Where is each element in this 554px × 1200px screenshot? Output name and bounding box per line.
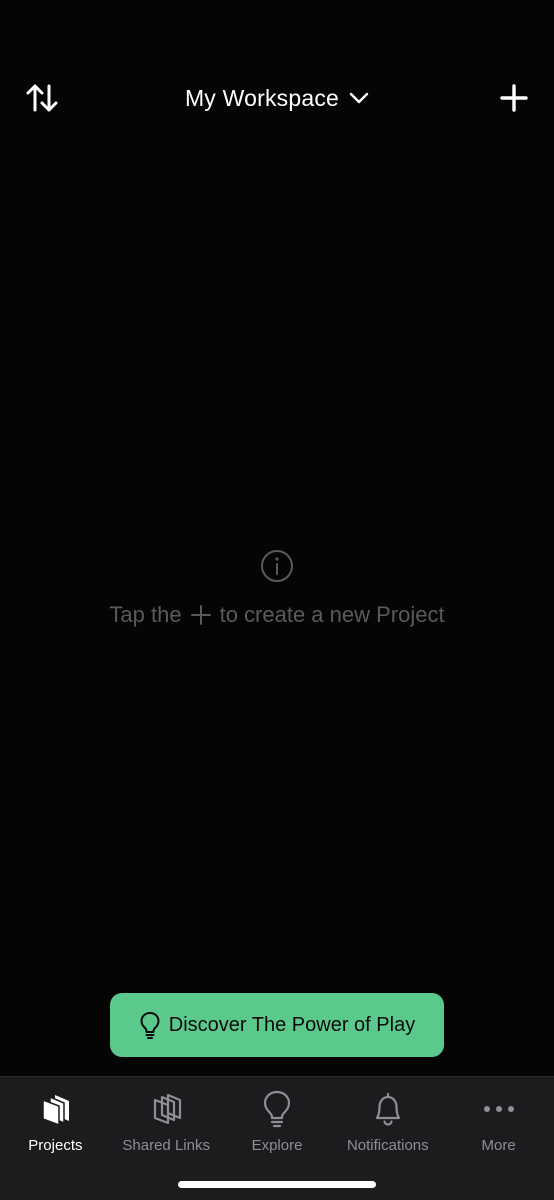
tab-explore[interactable]: Explore — [222, 1077, 333, 1167]
tab-shared-links[interactable]: Shared Links — [111, 1077, 222, 1167]
lightbulb-icon — [263, 1090, 291, 1128]
tab-label-explore: Explore — [251, 1137, 303, 1154]
tab-more[interactable]: More — [443, 1077, 554, 1167]
add-project-button[interactable] — [490, 74, 538, 122]
projects-stack-icon — [42, 1095, 70, 1127]
chevron-down-icon — [349, 92, 369, 104]
empty-state-message: Tap the to create a new Project — [109, 602, 444, 628]
plus-icon — [500, 84, 528, 112]
more-dots-icon — [483, 1106, 514, 1112]
sort-arrows-icon — [26, 84, 58, 112]
workspace-title: My Workspace — [184, 84, 340, 111]
tab-label-projects: Projects — [28, 1137, 83, 1154]
tab-notifications[interactable]: Notifications — [332, 1077, 443, 1167]
sort-button[interactable] — [18, 74, 66, 122]
bell-icon — [375, 1092, 400, 1126]
tab-label-more: More — [481, 1137, 516, 1154]
plus-icon — [190, 605, 211, 625]
empty-state-text-after: to create a new Project — [219, 602, 445, 627]
shared-links-stack-icon — [154, 1093, 182, 1125]
tab-projects[interactable]: Projects — [0, 1077, 111, 1167]
home-indicator[interactable] — [178, 1181, 376, 1188]
top-navigation-bar: My Workspace — [0, 66, 554, 130]
lightbulb-icon — [140, 1012, 160, 1039]
empty-state-text-before: Tap the — [109, 602, 182, 627]
discover-button-label: Discover The Power of Play — [168, 1013, 416, 1036]
tab-label-notifications: Notifications — [346, 1137, 429, 1154]
projects-screen: My Workspace Tap the to create a new Pro… — [0, 0, 554, 1200]
bottom-tab-bar: Projects Shared Links Explore Notificati… — [0, 1076, 554, 1200]
info-icon — [261, 550, 293, 582]
workspace-selector[interactable]: My Workspace — [167, 80, 387, 116]
discover-power-of-play-button[interactable]: Discover The Power of Play — [110, 993, 444, 1057]
tab-label-shared-links: Shared Links — [122, 1137, 210, 1154]
empty-state: Tap the to create a new Project — [0, 548, 554, 628]
